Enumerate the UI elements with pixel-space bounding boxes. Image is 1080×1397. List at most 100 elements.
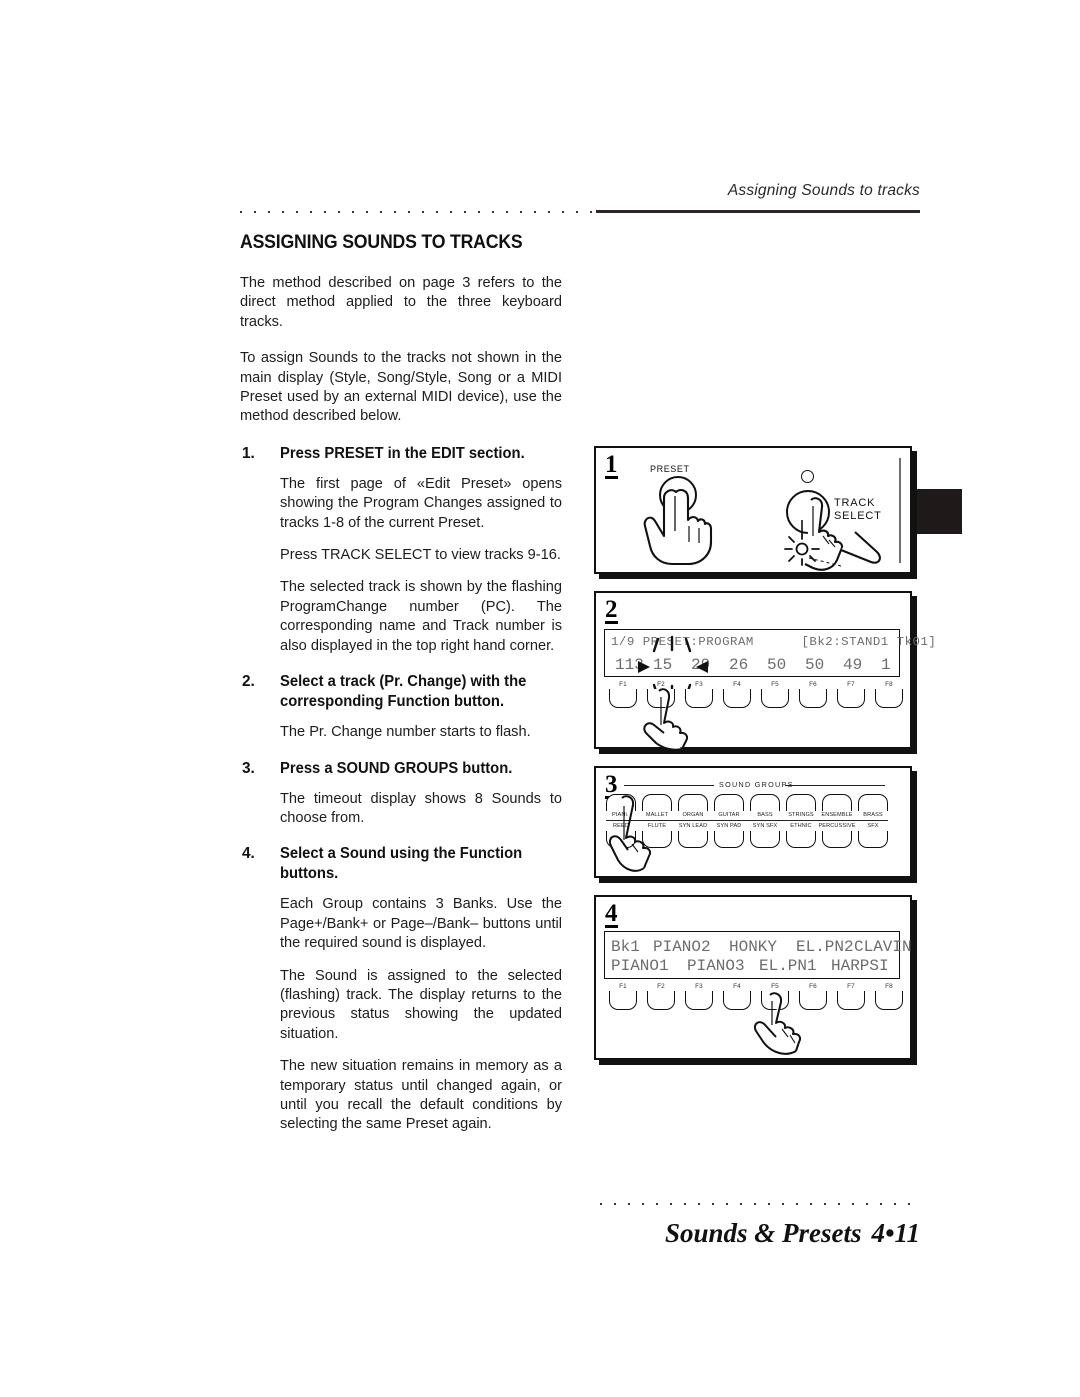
header-rule [240, 210, 920, 214]
figure-4-number: 4 [605, 900, 618, 927]
figure-1-preset-track-select: 1 PRESET TRACK SELECT [594, 446, 912, 574]
footer-page-number: 4•11 [871, 1218, 920, 1248]
sound-group-button-sfx[interactable] [858, 831, 888, 848]
sound-group-label-sfx: SFX [867, 823, 879, 829]
function-button-f8-fig4[interactable] [875, 991, 903, 1010]
sound-group-button-bass[interactable] [750, 794, 780, 811]
function-label-f4: F4 [733, 681, 741, 688]
step-2-title: Select a track (Pr. Change) with the cor… [280, 673, 527, 711]
figure-3-sound-groups: 3 SOUND GROUPS PIANO MALLET ORGAN GUITAR… [594, 766, 912, 878]
step-3-title: Press a SOUND GROUPS button. [280, 759, 513, 777]
text-column: ASSIGNING SOUNDS TO TRACKS The method de… [240, 232, 562, 1151]
sound-group-label-guitar: GUITAR [718, 812, 740, 818]
footer-dotted-rule [600, 1203, 918, 1205]
lcd-value-7: 49 [843, 656, 863, 674]
footer-title: Sounds & Presets [664, 1218, 862, 1248]
sound-groups-rule-left [624, 785, 714, 787]
lcd-sound-piano2: PIANO2 [653, 938, 711, 956]
figure-column: 1 PRESET TRACK SELECT 2 1/9 PRESET:PROGR… [594, 446, 936, 1077]
lcd-value-4: 26 [729, 656, 749, 674]
step-4-paragraph-1: Each Group contains 3 Banks. Use the Pag… [280, 896, 562, 952]
lcd-sound-piano1: PIANO1 [611, 957, 669, 975]
function-button-f5[interactable] [761, 689, 789, 708]
function-label-f1: F1 [619, 681, 627, 688]
hand-pressing-piano-group-icon [609, 795, 652, 872]
track-select-led-icon [801, 470, 814, 483]
sound-group-button-syn-sfx[interactable] [750, 831, 780, 848]
function-label-f6: F6 [809, 681, 817, 688]
lcd-value-8: 1 [881, 656, 891, 674]
sound-group-label-syn-pad: SYN PAD [716, 823, 742, 829]
hand-pressing-preset-icon [643, 488, 713, 566]
function-button-f2-fig4[interactable] [647, 991, 675, 1010]
lcd-sound-elpn2: EL.PN2 [796, 938, 854, 956]
sound-group-label-percussive: PERCUSSIVE [818, 823, 856, 829]
function-label-f8: F8 [885, 681, 893, 688]
step-2-paragraph-1: The Pr. Change number starts to flash. [280, 724, 531, 741]
sound-group-button-ensemble[interactable] [822, 794, 852, 811]
led-blinking-icon [784, 520, 820, 566]
function-button-f4-fig4[interactable] [723, 991, 751, 1010]
step-4-paragraph-2: The Sound is assigned to the selected (f… [280, 967, 562, 1042]
sound-group-button-ethnic[interactable] [786, 831, 816, 848]
function-label-f5: F5 [771, 681, 779, 688]
sound-group-button-strings[interactable] [786, 794, 816, 811]
step-1-paragraph-2: Press TRACK SELECT to view tracks 9-16. [280, 547, 561, 564]
figure-2-number: 2 [605, 596, 618, 623]
sound-group-button-guitar[interactable] [714, 794, 744, 811]
function-button-f4[interactable] [723, 689, 751, 708]
function-label-f8-fig4: F8 [885, 983, 893, 990]
sound-group-label-strings: STRINGS [788, 812, 814, 818]
step-4-title: Select a Sound using the Function button… [280, 845, 523, 883]
lcd-sound-elpn1: EL.PN1 [759, 957, 817, 975]
lcd-sound-harpsi: HARPSI [831, 957, 889, 975]
footer: Sounds & Presets 4•11 [520, 1218, 920, 1249]
page-edge-rule [899, 458, 901, 563]
sound-group-label-bass: BASS [757, 812, 773, 818]
sound-group-button-syn-lead[interactable] [678, 831, 708, 848]
lcd-sound-bank: Bk1 [611, 938, 640, 956]
preset-button-label: PRESET [650, 464, 690, 474]
step-2-number: 2. [242, 673, 255, 691]
function-label-f4-fig4: F4 [733, 983, 741, 990]
function-label-f7-fig4: F7 [847, 983, 855, 990]
function-button-f1[interactable] [609, 689, 637, 708]
function-label-f1-fig4: F1 [619, 983, 627, 990]
running-head: Assigning Sounds to tracks [727, 182, 920, 199]
sound-group-label-syn-sfx: SYN SFX [752, 823, 778, 829]
header-rule-dotted [240, 211, 598, 213]
sound-groups-rule-right [785, 785, 885, 787]
step-1-title: Press PRESET in the EDIT section. [280, 444, 525, 462]
lcd-sound-honky: HONKY [729, 938, 778, 956]
function-label-f3-fig4: F3 [695, 983, 703, 990]
figure-1-number: 1 [605, 451, 618, 478]
function-button-f1-fig4[interactable] [609, 991, 637, 1010]
figure-2-preset-program-display: 2 1/9 PRESET:PROGRAM [Bk2:STAND1 Tk01] 1… [594, 591, 936, 751]
lcd-display-sound-list: Bk1 PIANO2 HONKY EL.PN2 CLAVIN PIANO1 PI… [604, 931, 912, 979]
function-label-f2-fig4: F2 [657, 983, 665, 990]
sound-group-label-ethnic: ETHNIC [790, 823, 812, 829]
sound-group-button-percussive[interactable] [822, 831, 852, 848]
sound-group-button-organ[interactable] [678, 794, 708, 811]
function-button-f7-fig4[interactable] [837, 991, 865, 1010]
function-label-f3: F3 [695, 681, 703, 688]
sound-group-button-syn-pad[interactable] [714, 831, 744, 848]
function-label-f7: F7 [847, 681, 855, 688]
intro-paragraph-1: The method described on page 3 refers to… [240, 275, 562, 330]
page-title: ASSIGNING SOUNDS TO TRACKS [240, 232, 523, 253]
step-1-paragraph-1: The first page of «Edit Preset» opens sh… [280, 475, 562, 531]
function-button-f6[interactable] [799, 689, 827, 708]
hand-pressing-f2-icon [643, 688, 689, 751]
function-button-f7[interactable] [837, 689, 865, 708]
step-2-heading: 2. Select a track (Pr. Change) with the … [240, 672, 562, 712]
function-button-f3-fig4[interactable] [685, 991, 713, 1010]
lcd-value-5: 50 [767, 656, 787, 674]
step-3-paragraph-1: The timeout display shows 8 Sounds to ch… [280, 790, 562, 826]
function-button-f8[interactable] [875, 689, 903, 708]
sound-group-button-brass[interactable] [858, 794, 888, 811]
step-3-heading: 3. Press a SOUND GROUPS button. [240, 759, 562, 779]
function-label-f6-fig4: F6 [809, 983, 817, 990]
sound-group-label-ensemble: ENSEMBLE [821, 812, 853, 818]
step-1-number: 1. [242, 444, 255, 462]
sound-group-label-brass: BRASS [863, 812, 883, 818]
